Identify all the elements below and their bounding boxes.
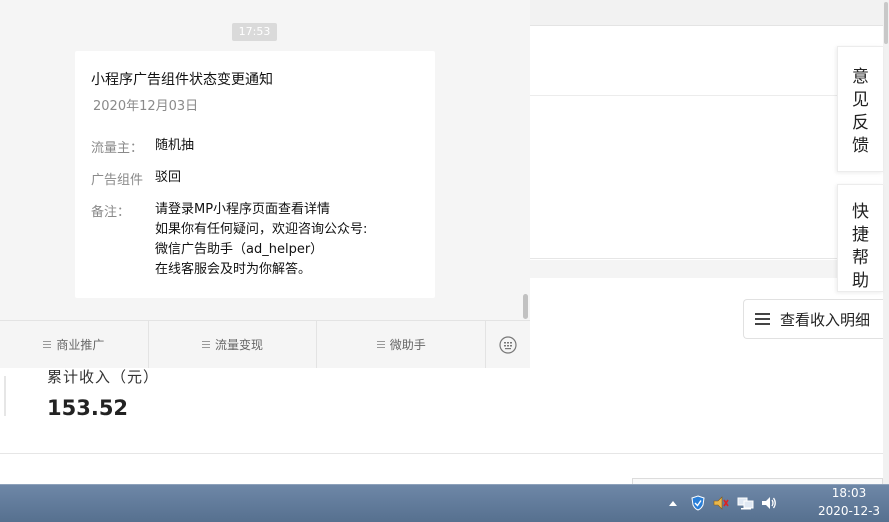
shield-icon[interactable]: [690, 495, 706, 511]
speaker-icon[interactable]: [713, 495, 729, 511]
help-tab-char: 捷: [852, 225, 869, 245]
taskbar-clock-time[interactable]: 18:03: [831, 486, 867, 500]
row-value-remark: 请登录MP小程序页面查看详情 如果你有任何疑问，欢迎咨询公众号: 微信广告助手（…: [155, 200, 367, 280]
help-tab-char: 助: [852, 271, 869, 291]
network-icon[interactable]: [737, 495, 755, 511]
list-icon: [755, 312, 770, 326]
feedback-tab-char: 反: [852, 113, 869, 133]
remark-line: 请登录MP小程序页面查看详情: [155, 202, 331, 217]
row-label-ad-component: 广告组件: [91, 173, 144, 188]
row-label-publisher: 流量主：: [91, 141, 144, 156]
chat-scrollbar-thumb[interactable]: [523, 294, 528, 319]
menu-item-label: 商业推广: [56, 338, 105, 352]
menu-item-business-promotion[interactable]: 商业推广: [0, 321, 149, 368]
divider: [0, 453, 883, 454]
divider: [4, 376, 6, 416]
help-tab-char: 快: [852, 202, 869, 222]
row-value-publisher: 随机抽: [155, 138, 195, 153]
divider: [530, 95, 883, 96]
chevron-up-icon: [669, 501, 677, 506]
feedback-tab-char: 馈: [852, 136, 869, 156]
keyboard-toggle-button[interactable]: [486, 321, 530, 368]
windows-taskbar: [0, 484, 889, 522]
income-detail-button[interactable]: 查看收入明细: [743, 299, 883, 339]
page-header-bar: [530, 0, 883, 26]
quick-help-tab[interactable]: 快 捷 帮 助: [837, 184, 883, 292]
menu-lines-icon: [376, 341, 385, 348]
notification-message-card[interactable]: 小程序广告组件状态变更通知 2020年12月03日 流量主： 随机抽 广告组件 …: [75, 51, 435, 298]
show-hidden-icons-arrow[interactable]: [668, 495, 678, 511]
feedback-tab-char: 意: [852, 67, 869, 87]
menu-item-traffic-monetization[interactable]: 流量变现: [149, 321, 318, 368]
page-scrollbar-thumb[interactable]: [884, 2, 888, 44]
message-title: 小程序广告组件状态变更通知: [91, 72, 273, 88]
remark-line: 如果你有任何疑问，欢迎咨询公众号:: [155, 222, 368, 237]
message-date: 2020年12月03日: [93, 99, 199, 114]
help-tab-char: 帮: [852, 248, 869, 268]
feedback-tab[interactable]: 意 见 反 馈: [837, 46, 883, 172]
remark-line: 微信广告助手（ad_helper）: [155, 242, 324, 257]
chat-window: 17:53 小程序广告组件状态变更通知 2020年12月03日 流量主： 随机抽…: [0, 0, 530, 368]
taskbar-clock-date[interactable]: 2020-12-3: [815, 504, 883, 518]
official-account-menu: 商业推广 流量变现 微助手: [0, 320, 530, 368]
income-detail-label: 查看收入明细: [780, 310, 871, 329]
menu-lines-icon: [43, 341, 52, 348]
row-label-remark: 备注：: [91, 205, 131, 220]
menu-item-label: 流量变现: [215, 338, 264, 352]
row-value-ad-component: 驳回: [155, 170, 182, 185]
section-gap: [530, 260, 883, 278]
remark-line: 在线客服会及时为你解答。: [155, 262, 312, 277]
income-label: 累计收入（元）: [47, 368, 160, 386]
income-value: 153.52: [47, 396, 129, 420]
page-content-card: [530, 27, 883, 259]
feedback-tab-char: 见: [852, 90, 869, 110]
menu-item-label: 微助手: [389, 338, 426, 352]
volume-icon[interactable]: [761, 495, 777, 511]
menu-item-micro-assistant[interactable]: 微助手: [317, 321, 487, 368]
page-scrollbar[interactable]: [883, 0, 889, 484]
menu-lines-icon: [202, 341, 211, 348]
chat-timestamp: 17:53: [232, 23, 277, 41]
keyboard-icon: [499, 335, 517, 354]
